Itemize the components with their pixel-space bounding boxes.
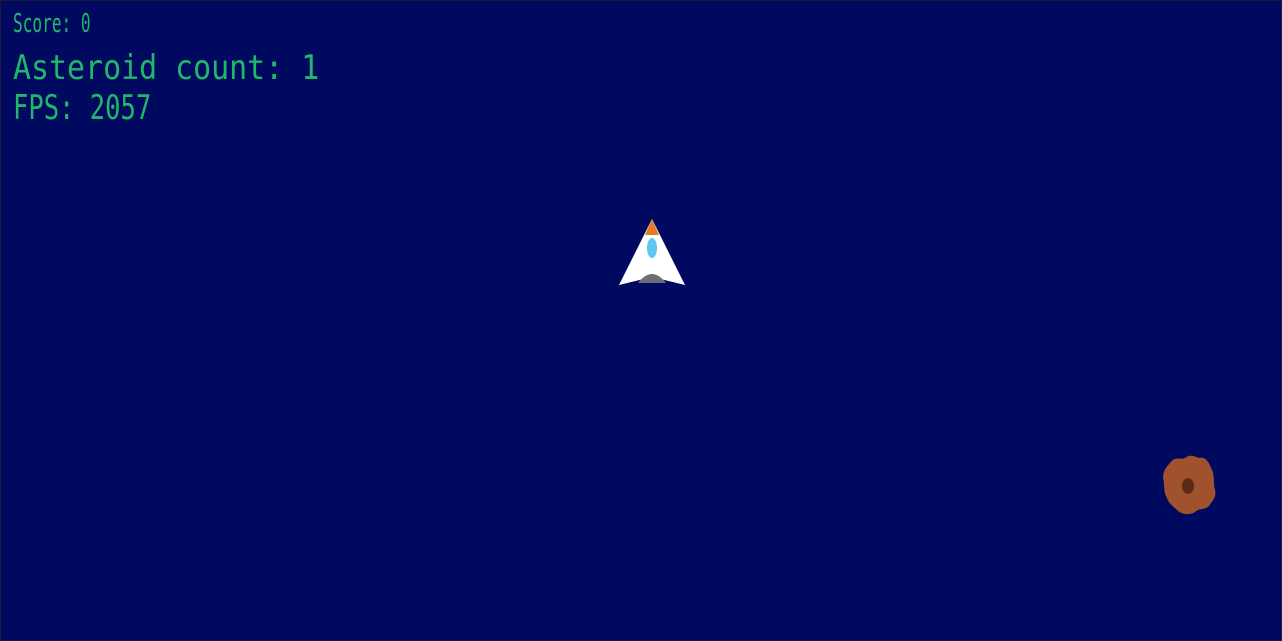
asteroid-crater: [1182, 478, 1194, 494]
ship-window: [647, 238, 657, 258]
score-display: Score: 0: [13, 9, 91, 39]
game-canvas[interactable]: Score: 0 Asteroid count: 1 FPS: 2057: [0, 0, 1282, 641]
asteroid-icon: [1163, 455, 1216, 515]
asteroid-count-display: Asteroid count: 1: [13, 48, 320, 88]
fps-display: FPS: 2057: [13, 88, 152, 128]
ship-nose: [645, 219, 659, 235]
rocket-ship-icon: [619, 219, 685, 285]
